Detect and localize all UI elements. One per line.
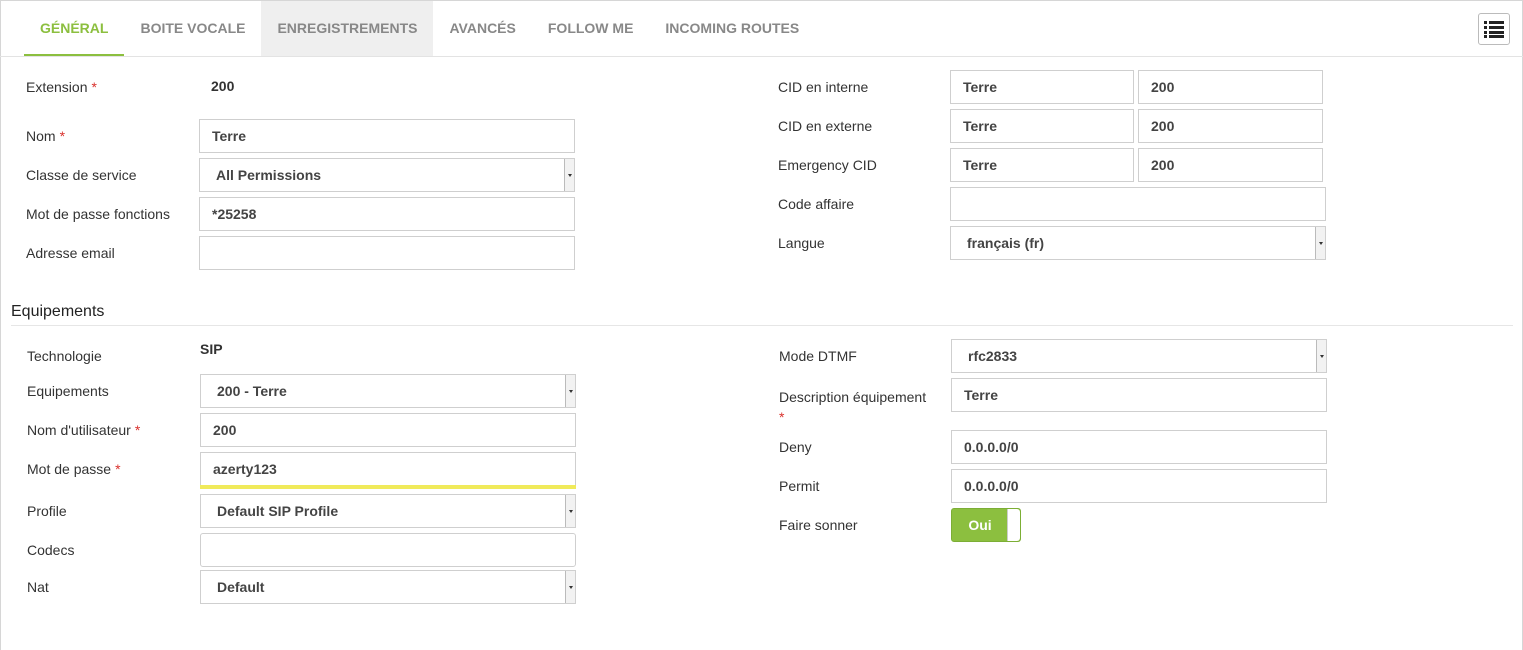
profile-label: Profile	[27, 503, 67, 519]
toggle-knob	[1007, 509, 1020, 541]
classe-service-value: All Permissions	[216, 167, 322, 183]
username-label: Nom d'utilisateur *	[27, 422, 141, 438]
motdepasse-fonctions-label: Mot de passe fonctions	[26, 206, 170, 222]
permit-label: Permit	[779, 478, 820, 494]
extension-value: 200	[211, 78, 235, 94]
profile-value: Default SIP Profile	[217, 503, 339, 519]
code-affaire-label: Code affaire	[778, 196, 855, 212]
permit-field[interactable]: 0.0.0.0/0	[951, 469, 1327, 503]
cid-interne-label: CID en interne	[778, 79, 869, 95]
langue-value: français (fr)	[967, 235, 1045, 251]
list-icon	[1484, 21, 1504, 38]
chevron-down-icon	[565, 495, 575, 527]
nat-label: Nat	[27, 579, 49, 595]
required-mark: *	[91, 79, 97, 95]
username-field[interactable]: 200	[200, 413, 576, 447]
codecs-label: Codecs	[27, 542, 75, 558]
dtmf-select[interactable]: rfc2833	[951, 339, 1327, 373]
codecs-field[interactable]	[200, 533, 576, 567]
technologie-label: Technologie	[27, 348, 102, 364]
email-label: Adresse email	[26, 245, 115, 261]
required-mark: *	[115, 461, 121, 477]
deny-field[interactable]: 0.0.0.0/0	[951, 430, 1327, 464]
technologie-value: SIP	[200, 341, 223, 357]
deny-label: Deny	[779, 439, 812, 455]
tab-boite-vocale[interactable]: BOITE VOCALE	[124, 1, 261, 56]
chevron-down-icon	[1315, 227, 1325, 259]
tab-general[interactable]: GÉNÉRAL	[24, 1, 125, 56]
description-field[interactable]: Terre	[951, 378, 1327, 412]
emergency-cid-number-field[interactable]: 200	[1138, 148, 1323, 182]
email-field[interactable]	[199, 236, 575, 270]
chevron-down-icon	[1316, 340, 1326, 372]
tab-incoming-routes[interactable]: INCOMING ROUTES	[649, 1, 815, 56]
motdepasse-fonctions-field[interactable]: *25258	[199, 197, 575, 231]
cid-externe-name-field[interactable]: Terre	[950, 109, 1134, 143]
emergency-cid-name-field[interactable]: Terre	[950, 148, 1134, 182]
cid-interne-name-field[interactable]: Terre	[950, 70, 1134, 104]
emergency-cid-label: Emergency CID	[778, 157, 877, 173]
chevron-down-icon	[564, 159, 574, 191]
password-strength-bar	[200, 485, 576, 489]
extension-label: Extension *	[26, 79, 97, 95]
menu-button[interactable]	[1478, 13, 1510, 45]
equipements-label: Equipements	[27, 383, 109, 399]
required-mark: *	[134, 422, 141, 438]
nat-value: Default	[217, 579, 265, 595]
classe-service-select[interactable]: All Permissions	[199, 158, 575, 192]
profile-select[interactable]: Default SIP Profile	[200, 494, 576, 528]
ring-label: Faire sonner	[779, 517, 858, 533]
nom-label: Nom *	[26, 128, 66, 144]
tab-avances[interactable]: AVANCÉS	[433, 1, 531, 56]
nat-select[interactable]: Default	[200, 570, 576, 604]
description-label: Description équipement *	[779, 389, 927, 425]
tab-enregistrements[interactable]: ENREGISTREMENTS	[261, 1, 434, 56]
section-divider	[11, 325, 1513, 326]
tab-bar: GÉNÉRAL BOITE VOCALE ENREGISTREMENTS AVA…	[24, 1, 815, 57]
nom-field[interactable]: Terre	[199, 119, 575, 153]
required-mark: *	[779, 409, 785, 425]
password-field[interactable]: azerty123	[200, 452, 576, 486]
chevron-down-icon	[565, 375, 575, 407]
dtmf-label: Mode DTMF	[779, 348, 857, 364]
tab-follow-me[interactable]: FOLLOW ME	[532, 1, 650, 56]
langue-label: Langue	[778, 235, 825, 251]
dtmf-value: rfc2833	[968, 348, 1018, 364]
equipements-section-title: Equipements	[11, 303, 105, 320]
cid-externe-label: CID en externe	[778, 118, 873, 134]
classe-service-label: Classe de service	[26, 167, 137, 183]
ring-toggle[interactable]: Oui	[951, 508, 1021, 542]
equipements-value: 200 - Terre	[217, 383, 287, 399]
code-affaire-field[interactable]	[950, 187, 1326, 221]
equipements-select[interactable]: 200 - Terre	[200, 374, 576, 408]
password-label: Mot de passe *	[27, 461, 121, 477]
required-mark: *	[59, 128, 66, 144]
cid-externe-number-field[interactable]: 200	[1138, 109, 1323, 143]
ring-toggle-label: Oui	[968, 517, 992, 533]
cid-interne-number-field[interactable]: 200	[1138, 70, 1323, 104]
tab-divider	[0, 56, 1523, 57]
langue-select[interactable]: français (fr)	[950, 226, 1326, 260]
chevron-down-icon	[565, 571, 575, 603]
